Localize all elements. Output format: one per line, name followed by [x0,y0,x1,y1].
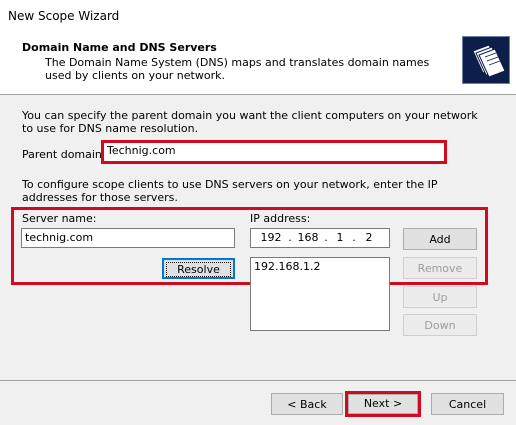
cancel-button[interactable]: Cancel [431,393,504,415]
ip-address-label: IP address: [250,212,311,225]
window-title: New Scope Wizard [8,9,120,23]
parent-domain-input[interactable]: Technig.com [104,143,444,161]
footer-divider [0,380,516,381]
title-bar: New Scope Wizard [0,0,516,30]
next-button[interactable]: Next > [348,394,418,414]
ip-octet-3[interactable]: 1 [329,231,351,245]
parent-domain-label: Parent domain: [22,148,106,161]
add-button[interactable]: Add [403,228,477,250]
ip-octet-1[interactable]: 192 [255,231,287,245]
resolve-button-label: Resolve [166,262,231,277]
down-button[interactable]: Down [403,314,477,336]
ip-octet-2[interactable]: 168 [293,231,323,245]
back-button[interactable]: < Back [271,393,343,415]
resolve-button[interactable]: Resolve [162,258,235,279]
remove-button[interactable]: Remove [403,257,477,279]
server-name-input[interactable]: technig.com [21,228,235,248]
wizard-header: Domain Name and DNS Servers The Domain N… [0,30,516,95]
server-name-label: Server name: [22,212,97,225]
intro-text: You can specify the parent domain you wa… [22,109,478,135]
header-description: The Domain Name System (DNS) maps and tr… [45,56,430,82]
documents-stack-icon [462,36,510,84]
scope-text: To configure scope clients to use DNS se… [22,178,438,204]
dns-server-list[interactable]: 192.168.1.2 [250,257,390,331]
ip-address-field[interactable]: 192 . 168 . 1 . 2 [250,228,390,248]
header-title: Domain Name and DNS Servers [22,41,217,54]
list-item[interactable]: 192.168.1.2 [254,260,386,273]
ip-octet-4[interactable]: 2 [357,231,381,245]
up-button[interactable]: Up [403,286,477,308]
